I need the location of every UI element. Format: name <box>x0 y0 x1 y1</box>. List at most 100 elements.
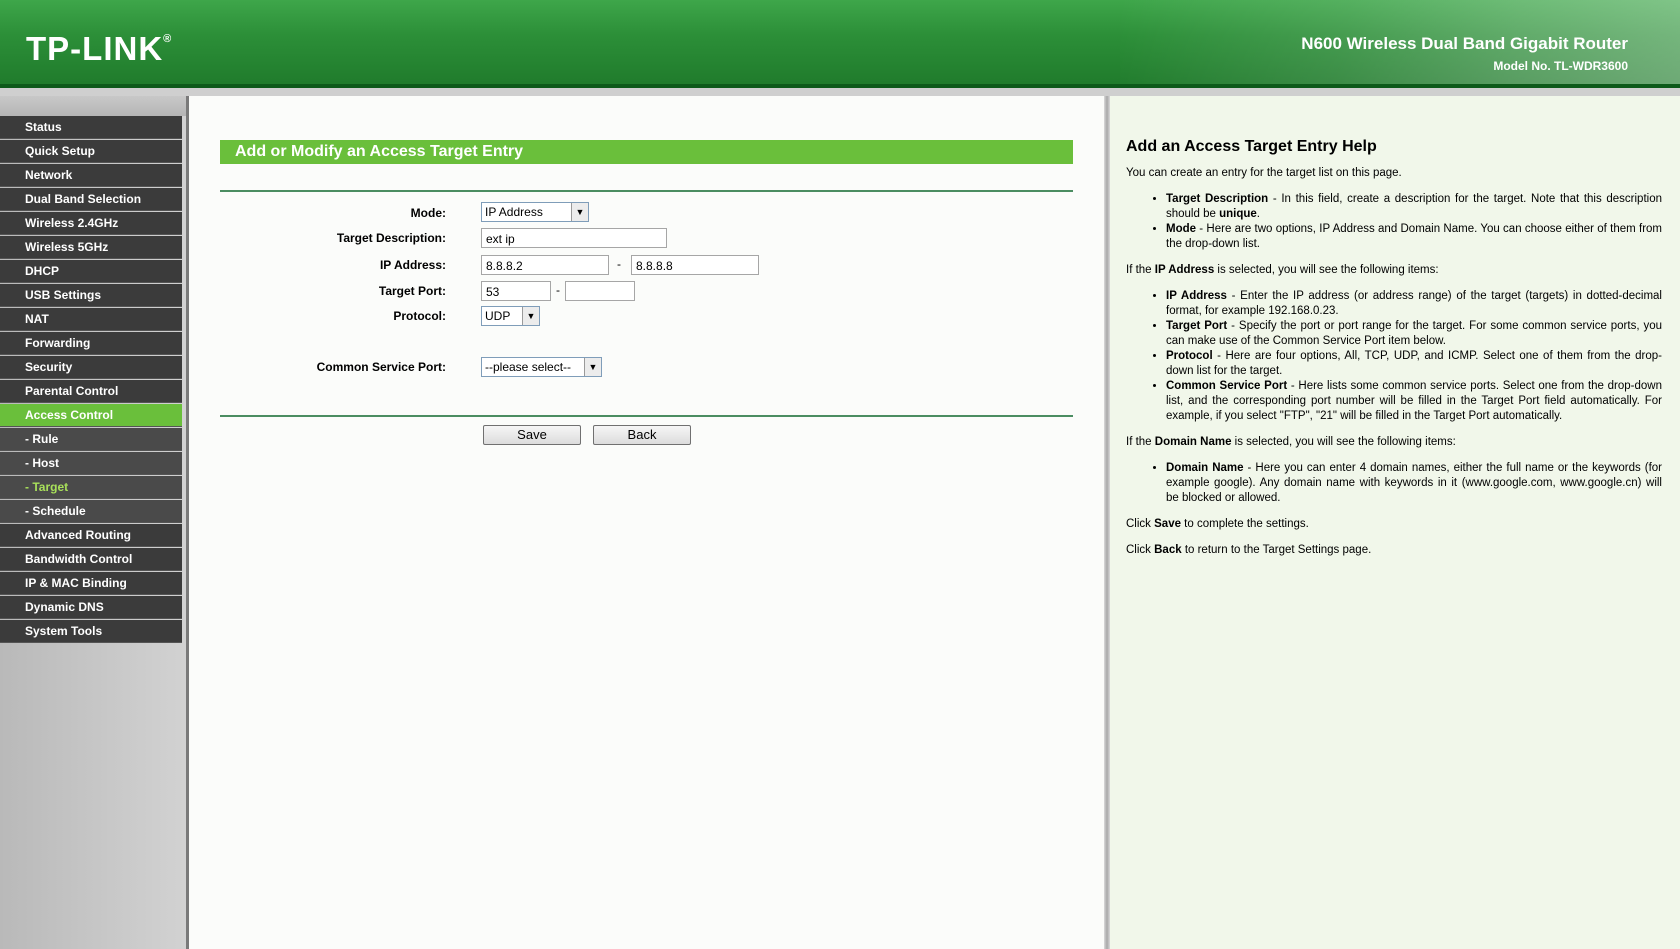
sidebar-item-usb-settings[interactable]: USB Settings <box>0 284 182 307</box>
target-description-input[interactable]: ext ip <box>481 228 667 248</box>
protocol-select[interactable]: UDP ▼ <box>481 306 540 326</box>
ip-address-start-input[interactable]: 8.8.8.2 <box>481 255 609 275</box>
sidebar-subitem-target[interactable]: - Target <box>0 476 182 499</box>
help-item-target-port: Target Port - Specify the port or port r… <box>1166 319 1662 349</box>
sidebar-item-ip-mac-binding[interactable]: IP & MAC Binding <box>0 572 182 595</box>
help-item-mode: Mode - Here are two options, IP Address … <box>1166 222 1662 252</box>
sidebar-item-forwarding[interactable]: Forwarding <box>0 332 182 355</box>
help-text: . <box>1256 208 1260 220</box>
common-service-port-label: Common Service Port: <box>316 360 446 374</box>
help-domain-intro: If the Domain Name is selected, you will… <box>1126 435 1662 450</box>
header-gray-strip <box>0 88 1680 96</box>
help-text: is selected, you will see the following … <box>1231 436 1456 448</box>
sidebar-menu: Status Quick Setup Network Dual Band Sel… <box>0 96 186 949</box>
help-text: Click <box>1126 518 1155 530</box>
help-text: If the <box>1126 264 1155 276</box>
help-item-common-service-port: Common Service Port - Here lists some co… <box>1166 379 1662 424</box>
target-port-end-input[interactable] <box>565 281 635 301</box>
common-service-port-value: --please select-- <box>485 360 572 374</box>
tp-link-logo: TP-LINK® <box>26 30 172 68</box>
help-list-ip: IP Address - Enter the IP address (or ad… <box>1126 289 1662 424</box>
help-item-ip-address: IP Address - Enter the IP address (or ad… <box>1166 289 1662 319</box>
protocol-label: Protocol: <box>393 309 446 323</box>
help-text: - Specify the port or port range for the… <box>1166 320 1662 347</box>
sidebar-item-network[interactable]: Network <box>0 164 182 187</box>
help-text: If the <box>1126 436 1155 448</box>
help-list-general: Target Description - In this field, crea… <box>1126 192 1662 252</box>
help-item-protocol: Protocol - Here are four options, All, T… <box>1166 349 1662 379</box>
bottom-separator <box>220 415 1073 417</box>
sidebar-item-wireless-5ghz[interactable]: Wireless 5GHz <box>0 236 182 259</box>
help-ip-intro: If the IP Address is selected, you will … <box>1126 263 1662 278</box>
help-term: Domain Name <box>1154 436 1232 448</box>
help-body: You can create an entry for the target l… <box>1126 166 1662 569</box>
logo-registered-mark: ® <box>163 33 173 45</box>
mode-label: Mode: <box>410 206 446 220</box>
model-number: Model No. TL-WDR3600 <box>1493 59 1628 73</box>
sidebar-item-status[interactable]: Status <box>0 116 182 139</box>
help-text: to complete the settings. <box>1180 518 1309 530</box>
common-service-port-select[interactable]: --please select-- ▼ <box>481 357 602 377</box>
help-title: Add an Access Target Entry Help <box>1126 138 1377 155</box>
help-term: Back <box>1154 544 1182 556</box>
main-content: Add or Modify an Access Target Entry Mod… <box>189 96 1104 949</box>
help-text: - Here are two options, IP Address and D… <box>1166 223 1662 250</box>
help-emphasis: unique <box>1219 208 1257 220</box>
sidebar-item-advanced-routing[interactable]: Advanced Routing <box>0 524 182 547</box>
ip-range-dash: - <box>617 257 621 271</box>
dropdown-arrow-icon: ▼ <box>584 358 601 376</box>
sidebar-item-bandwidth-control[interactable]: Bandwidth Control <box>0 548 182 571</box>
product-name: N600 Wireless Dual Band Gigabit Router <box>1301 34 1628 53</box>
target-port-start-input[interactable]: 53 <box>481 281 551 301</box>
port-range-dash: - <box>556 283 560 297</box>
help-back-note: Click Back to return to the Target Setti… <box>1126 543 1662 558</box>
top-separator <box>220 190 1073 192</box>
help-item-domain-name: Domain Name - Here you can enter 4 domai… <box>1166 461 1662 506</box>
dropdown-arrow-icon: ▼ <box>571 203 588 221</box>
back-button[interactable]: Back <box>593 425 691 445</box>
help-term: Mode <box>1166 223 1197 235</box>
mode-select-value: IP Address <box>485 205 543 219</box>
header-banner: TP-LINK® N600 Wireless Dual Band Gigabit… <box>0 0 1680 88</box>
sidebar-subitem-host[interactable]: - Host <box>0 452 182 475</box>
target-description-label: Target Description: <box>336 231 446 245</box>
ip-address-end-input[interactable]: 8.8.8.8 <box>631 255 759 275</box>
help-text: Click <box>1126 544 1155 556</box>
mode-select[interactable]: IP Address ▼ <box>481 202 589 222</box>
sidebar-item-quick-setup[interactable]: Quick Setup <box>0 140 182 163</box>
save-button[interactable]: Save <box>483 425 581 445</box>
help-text: - Here are four options, All, TCP, UDP, … <box>1166 350 1662 377</box>
sidebar-item-system-tools[interactable]: System Tools <box>0 620 182 643</box>
protocol-select-value: UDP <box>485 309 511 323</box>
sidebar-item-dual-band-selection[interactable]: Dual Band Selection <box>0 188 182 211</box>
dropdown-arrow-icon: ▼ <box>522 307 539 325</box>
sidebar-item-dynamic-dns[interactable]: Dynamic DNS <box>0 596 182 619</box>
ip-address-label: IP Address: <box>379 258 446 272</box>
form-title: Add or Modify an Access Target Entry <box>220 140 1073 164</box>
help-list-domain: Domain Name - Here you can enter 4 domai… <box>1126 461 1662 506</box>
sidebar-item-nat[interactable]: NAT <box>0 308 182 331</box>
sidebar-subitem-schedule[interactable]: - Schedule <box>0 500 182 523</box>
help-term: IP Address <box>1154 264 1215 276</box>
help-term: Target Port <box>1166 320 1228 332</box>
help-term: Save <box>1154 518 1181 530</box>
help-term: IP Address <box>1166 290 1227 302</box>
sidebar-item-access-control[interactable]: Access Control <box>0 404 182 427</box>
sidebar-subitem-rule[interactable]: - Rule <box>0 428 182 451</box>
sidebar-item-parental-control[interactable]: Parental Control <box>0 380 182 403</box>
help-item-target-description: Target Description - In this field, crea… <box>1166 192 1662 222</box>
help-term: Common Service Port <box>1166 380 1288 392</box>
help-text: is selected, you will see the following … <box>1214 264 1439 276</box>
sidebar-top-band <box>0 96 186 116</box>
target-port-label: Target Port: <box>378 284 446 298</box>
sidebar-item-wireless-2-4ghz[interactable]: Wireless 2.4GHz <box>0 212 182 235</box>
help-term: Domain Name <box>1166 462 1244 474</box>
help-panel: Add an Access Target Entry Help You can … <box>1110 96 1680 949</box>
help-text: to return to the Target Settings page. <box>1181 544 1372 556</box>
sidebar-item-dhcp[interactable]: DHCP <box>0 260 182 283</box>
sidebar-item-security[interactable]: Security <box>0 356 182 379</box>
help-term: Protocol <box>1166 350 1213 362</box>
help-save-note: Click Save to complete the settings. <box>1126 517 1662 532</box>
help-term: Target Description <box>1166 193 1269 205</box>
logo-text: TP-LINK <box>26 30 164 67</box>
